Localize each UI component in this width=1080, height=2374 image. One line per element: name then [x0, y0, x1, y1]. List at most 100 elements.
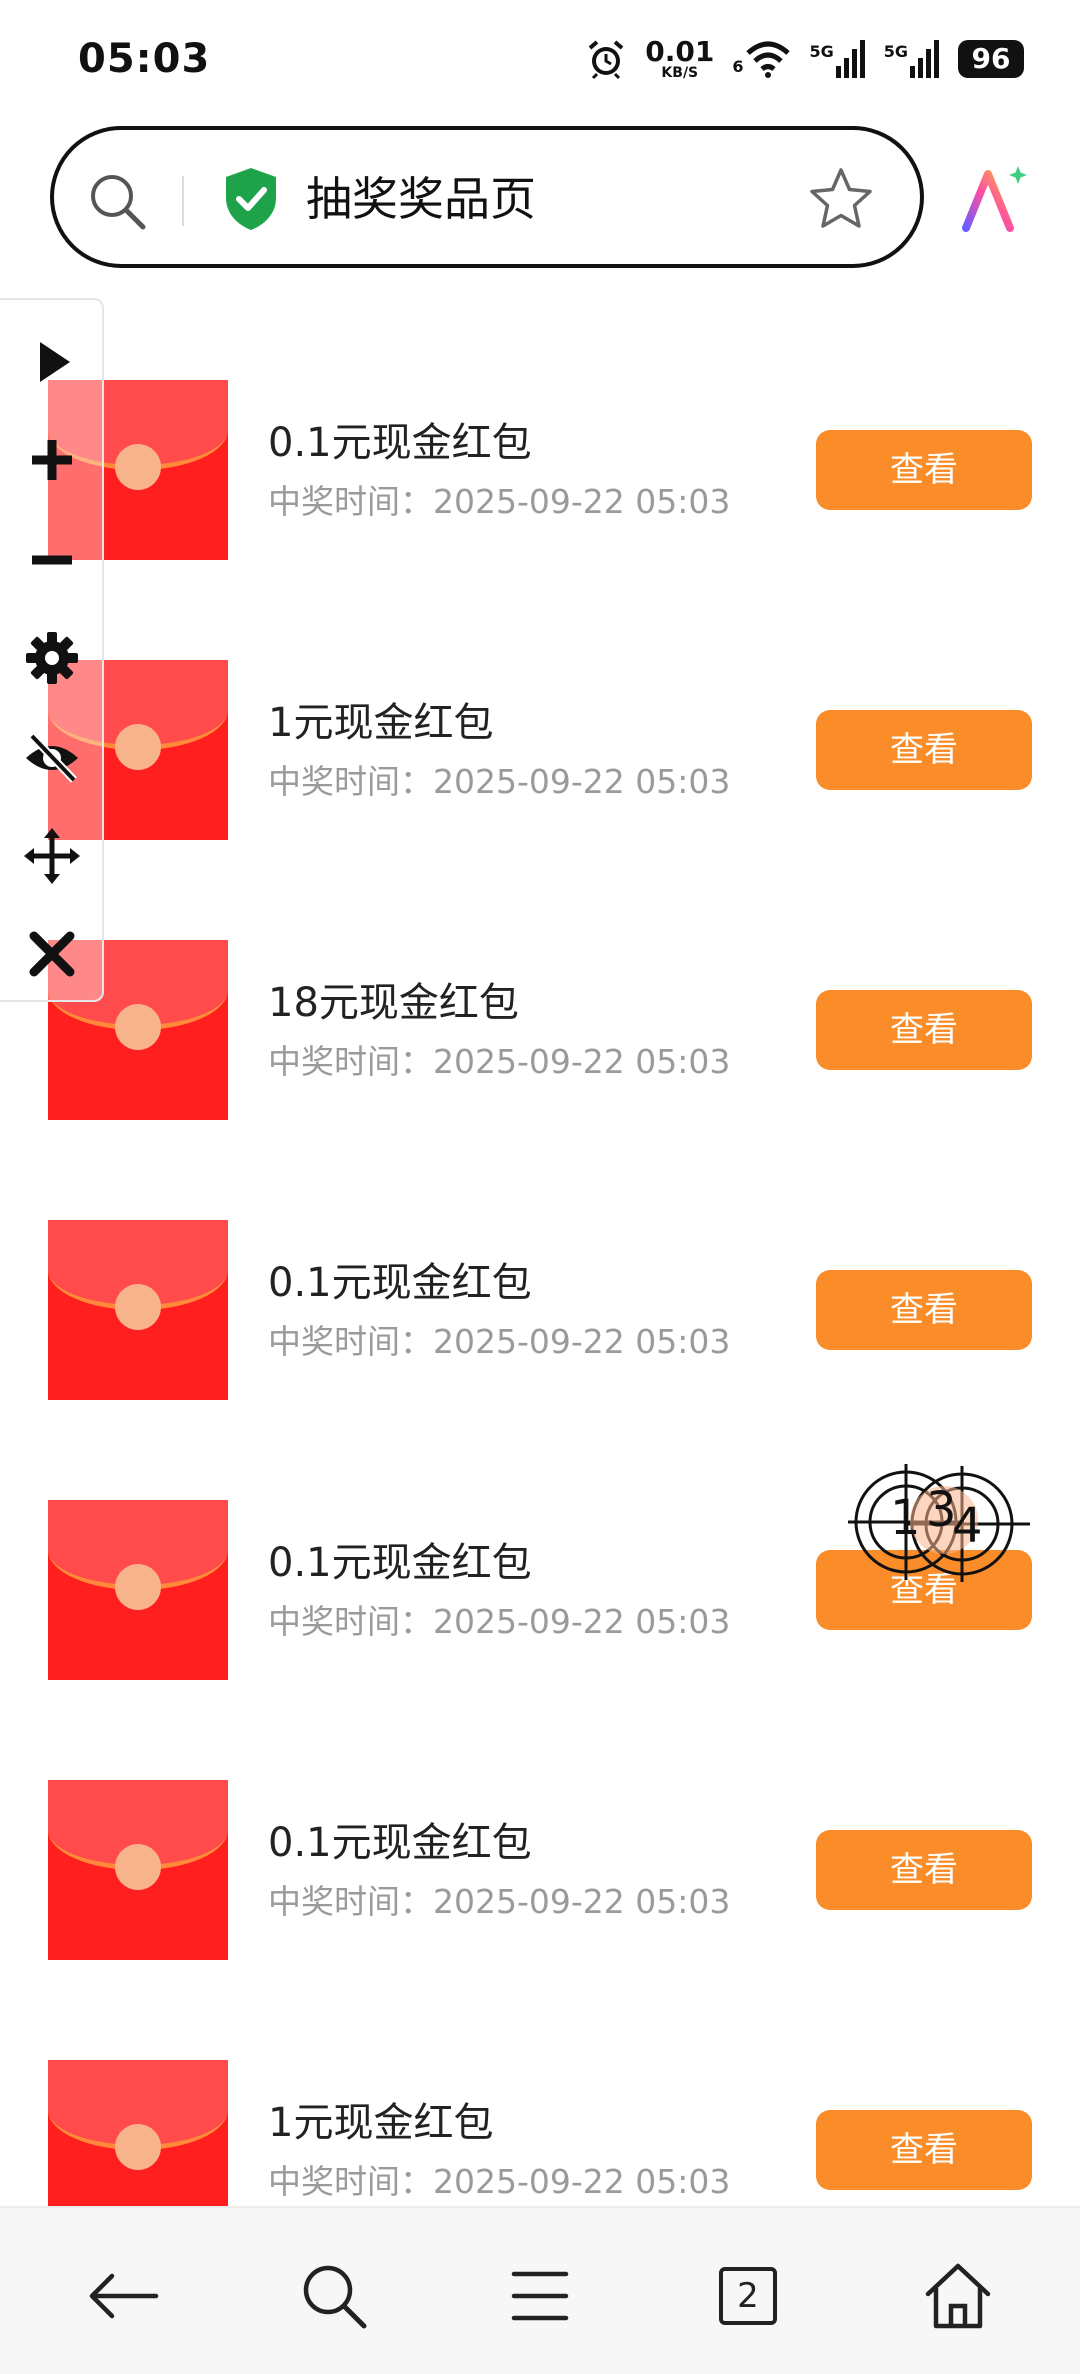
- prize-title: 0.1元现金红包: [268, 420, 532, 466]
- prize-time: 中奖时间：2025-09-22 05:03: [268, 2160, 730, 2204]
- status-bar: 05:03 0.01 KB/S 6 5G 5G 96: [0, 0, 1080, 118]
- floating-tool-panel: [0, 298, 104, 1002]
- signal-indicator-1: 5G: [809, 40, 865, 78]
- status-time: 05:03: [78, 36, 211, 82]
- home-button[interactable]: [918, 2256, 998, 2336]
- prize-title: 0.1元现金红包: [268, 1820, 532, 1866]
- gear-icon: [26, 632, 78, 684]
- home-icon: [925, 2263, 991, 2329]
- envelope-seal: [115, 1564, 161, 1610]
- envelope-seal: [115, 444, 161, 490]
- prize-time-value: 2025-09-22 05:03: [433, 1602, 731, 1641]
- back-arrow-icon: [89, 2273, 159, 2319]
- net-speed-value: 0.01: [645, 35, 715, 68]
- envelope-seal: [115, 1004, 161, 1050]
- envelope-seal: [115, 1284, 161, 1330]
- view-button[interactable]: 查看: [816, 430, 1032, 510]
- list-item[interactable]: 0.1元现金红包中奖时间：2025-09-22 05:03 查看: [0, 1220, 1080, 1400]
- zoom-in-button[interactable]: [22, 430, 82, 490]
- prize-time-label: 中奖时间：: [268, 2162, 433, 2201]
- prize-title: 0.1元现金红包: [268, 1540, 532, 1586]
- signal-indicator-2: 5G: [884, 40, 940, 78]
- view-button[interactable]: 查看: [816, 1270, 1032, 1350]
- view-button[interactable]: 查看: [816, 1830, 1032, 1910]
- prize-time: 中奖时间：2025-09-22 05:03: [268, 1880, 730, 1924]
- net-speed-unit: KB/S: [661, 65, 699, 81]
- prize-time-label: 中奖时间：: [268, 762, 433, 801]
- prize-time: 中奖时间：2025-09-22 05:03: [268, 480, 730, 524]
- red-envelope-image: [48, 1500, 228, 1680]
- list-item[interactable]: 0.1元现金红包中奖时间：2025-09-22 05:03 查看: [0, 380, 1080, 560]
- play-button[interactable]: [22, 332, 82, 392]
- prize-title: 0.1元现金红包: [268, 1260, 532, 1306]
- prize-time-value: 2025-09-22 05:03: [433, 1042, 731, 1081]
- bottom-navigation: 2: [0, 2206, 1080, 2374]
- envelope-seal: [115, 2124, 161, 2170]
- battery-indicator: 96: [958, 40, 1024, 78]
- prize-time: 中奖时间：2025-09-22 05:03: [268, 1320, 730, 1364]
- prize-time-label: 中奖时间：: [268, 1602, 433, 1641]
- prize-title: 18元现金红包: [268, 980, 519, 1026]
- search-button[interactable]: [294, 2256, 374, 2336]
- prize-time-label: 中奖时间：: [268, 482, 433, 521]
- prize-title: 1元现金红包: [268, 2100, 494, 2146]
- settings-button[interactable]: [22, 628, 82, 688]
- prize-time: 中奖时间：2025-09-22 05:03: [268, 760, 730, 804]
- address-bar[interactable]: 抽奖奖品页: [50, 126, 924, 268]
- tabs-icon: 2: [719, 2267, 777, 2325]
- address-divider: [182, 176, 184, 226]
- signal-2-label: 5G: [883, 42, 908, 61]
- close-panel-button[interactable]: [22, 924, 82, 984]
- signal-1-label: 5G: [809, 42, 834, 61]
- list-item[interactable]: 18元现金红包中奖时间：2025-09-22 05:03 查看: [0, 940, 1080, 1120]
- envelope-seal: [115, 724, 161, 770]
- wifi-indicator: 6: [732, 40, 791, 78]
- page-title[interactable]: 抽奖奖品页: [306, 170, 536, 228]
- shield-check-icon[interactable]: [222, 166, 280, 232]
- red-envelope-image: [48, 1780, 228, 1960]
- prize-time: 中奖时间：2025-09-22 05:03: [268, 1040, 730, 1084]
- prize-time-value: 2025-09-22 05:03: [433, 1882, 731, 1921]
- bookmark-star-icon[interactable]: [808, 166, 874, 232]
- prize-time: 中奖时间：2025-09-22 05:03: [268, 1600, 730, 1644]
- signal-bars-icon: [910, 40, 939, 78]
- list-item[interactable]: 0.1元现金红包中奖时间：2025-09-22 05:03 查看: [0, 1780, 1080, 1960]
- tabs-button[interactable]: 2: [708, 2256, 788, 2336]
- menu-button[interactable]: [500, 2256, 580, 2336]
- close-icon: [29, 931, 75, 977]
- prize-time-label: 中奖时间：: [268, 1322, 433, 1361]
- marker-label: 1: [890, 1490, 921, 1546]
- back-button[interactable]: [84, 2256, 164, 2336]
- hide-button[interactable]: [22, 728, 82, 788]
- prize-time-value: 2025-09-22 05:03: [433, 2162, 731, 2201]
- play-icon: [40, 342, 70, 382]
- prize-time-value: 2025-09-22 05:03: [433, 1322, 731, 1361]
- prize-time-value: 2025-09-22 05:03: [433, 482, 731, 521]
- move-handle[interactable]: [22, 826, 82, 886]
- status-icons: 0.01 KB/S 6 5G 5G 96: [585, 34, 1024, 84]
- view-button[interactable]: 查看: [816, 2110, 1032, 2190]
- marker-label: 4: [952, 1498, 983, 1554]
- alarm-icon: [588, 40, 624, 80]
- minus-icon: [32, 555, 72, 565]
- plus-icon: [32, 440, 72, 480]
- wifi-icon: [746, 41, 791, 78]
- tap-marker-overlay: 1 3 4: [840, 1460, 1040, 1600]
- prize-time-label: 中奖时间：: [268, 1882, 433, 1921]
- envelope-seal: [115, 1844, 161, 1890]
- eye-off-icon: [26, 733, 78, 783]
- move-icon: [24, 828, 80, 884]
- view-button[interactable]: 查看: [816, 710, 1032, 790]
- ai-assistant-icon[interactable]: [958, 162, 1032, 236]
- list-item[interactable]: 1元现金红包中奖时间：2025-09-22 05:03 查看: [0, 660, 1080, 840]
- search-icon[interactable]: [86, 170, 148, 232]
- red-envelope-image: [48, 1220, 228, 1400]
- signal-bars-icon: [835, 40, 865, 78]
- net-speed: 0.01 KB/S: [645, 35, 715, 81]
- zoom-out-button[interactable]: [22, 530, 82, 590]
- menu-icon: [511, 2271, 569, 2321]
- prize-title: 1元现金红包: [268, 700, 494, 746]
- prize-time-label: 中奖时间：: [268, 1042, 433, 1081]
- view-button[interactable]: 查看: [816, 990, 1032, 1070]
- prize-time-value: 2025-09-22 05:03: [433, 762, 731, 801]
